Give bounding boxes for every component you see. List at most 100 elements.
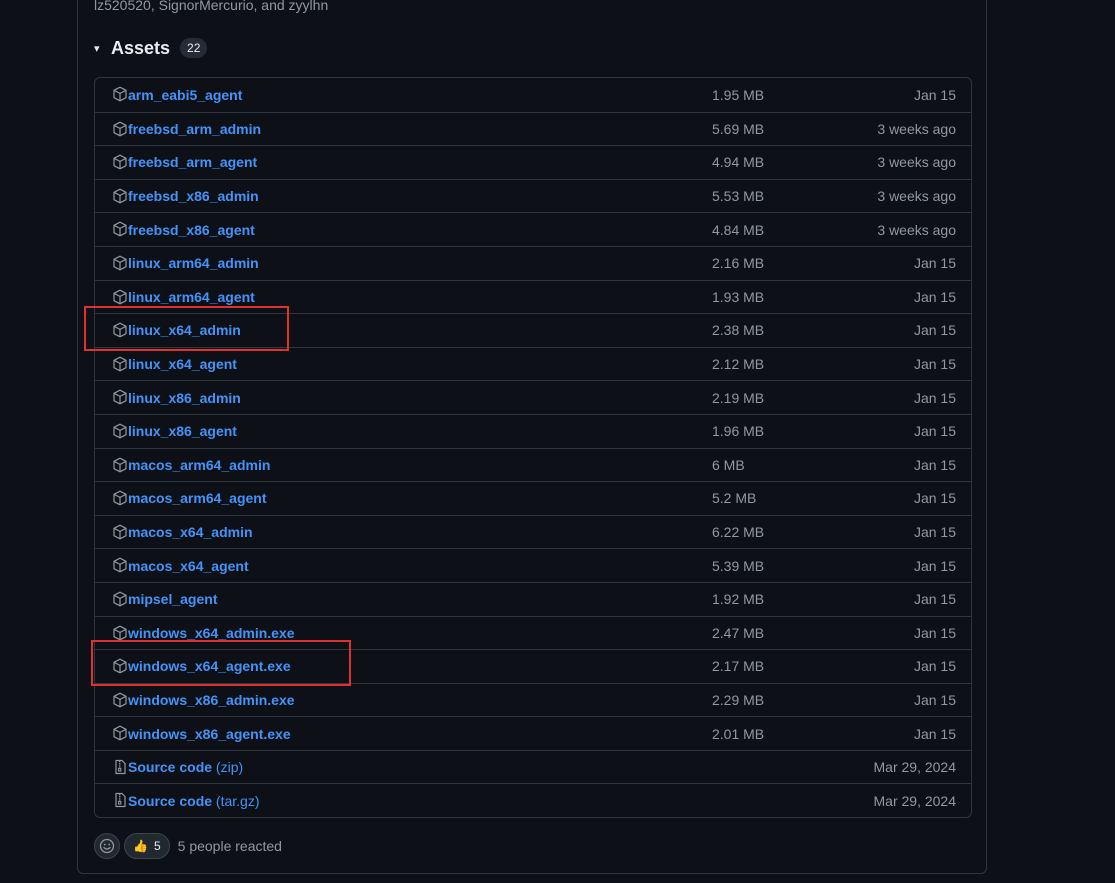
thumbs-up-reaction-button[interactable]: 👍 5 bbox=[124, 833, 170, 859]
reactions-summary: 5 people reacted bbox=[177, 838, 282, 854]
asset-size: 1.96 MB bbox=[712, 423, 765, 440]
highlight-box-windows-x64-agent bbox=[91, 640, 351, 686]
asset-row: linux_x64_agent 2.12 MB Jan 15 bbox=[95, 346, 971, 381]
highlight-box-linux-x64-admin bbox=[84, 306, 289, 351]
asset-link[interactable]: windows_x64_admin.exe bbox=[128, 625, 295, 641]
package-icon bbox=[112, 457, 128, 473]
asset-link[interactable]: linux_x86_agent bbox=[128, 423, 237, 439]
asset-date: 3 weeks ago bbox=[877, 120, 956, 137]
asset-row: macos_arm64_agent 5.2 MB Jan 15 bbox=[95, 481, 971, 515]
asset-name: freebsd_x86_agent bbox=[128, 221, 255, 238]
asset-date: Jan 15 bbox=[913, 288, 956, 305]
asset-row: macos_x64_agent 5.39 MB Jan 15 bbox=[95, 548, 971, 582]
package-icon bbox=[112, 188, 128, 204]
asset-name: linux_arm64_agent bbox=[128, 288, 255, 305]
assets-list: arm_eabi5_agent 1.95 MB Jan 15 freebsd_arm_… bbox=[94, 77, 972, 819]
reactions-bar: 👍 5 5 people reacted bbox=[94, 832, 282, 860]
asset-date: Jan 15 bbox=[913, 624, 956, 641]
asset-date: Jan 15 bbox=[913, 591, 956, 608]
package-icon bbox=[112, 557, 128, 573]
asset-date: Mar 29, 2024 bbox=[873, 792, 957, 809]
asset-name: Source code bbox=[128, 759, 213, 776]
asset-size: 6.22 MB bbox=[712, 524, 765, 541]
asset-link[interactable]: arm_eabi5_agent bbox=[128, 87, 242, 103]
asset-link[interactable]: linux_arm64_admin bbox=[128, 255, 259, 271]
package-icon bbox=[112, 255, 128, 271]
asset-date: Jan 15 bbox=[913, 389, 956, 406]
asset-name-suffix: (tar.gz) bbox=[212, 792, 260, 809]
asset-link[interactable]: linux_x64_agent bbox=[128, 356, 237, 372]
asset-size: 1.93 MB bbox=[712, 288, 765, 305]
asset-link[interactable]: Source code (zip) bbox=[128, 759, 243, 775]
asset-size: 2.38 MB bbox=[712, 322, 765, 339]
package-icon bbox=[112, 86, 128, 102]
asset-name: freebsd_x86_admin bbox=[128, 188, 259, 205]
asset-link[interactable]: freebsd_arm_agent bbox=[128, 154, 257, 170]
asset-link[interactable]: macos_x64_admin bbox=[128, 524, 253, 540]
asset-size: 4.84 MB bbox=[712, 221, 765, 238]
package-icon bbox=[112, 221, 128, 237]
asset-name-suffix: (zip) bbox=[212, 759, 244, 776]
asset-date: 3 weeks ago bbox=[877, 154, 956, 171]
asset-link[interactable]: macos_arm64_agent bbox=[128, 490, 267, 506]
asset-row: Source code (tar.gz) Mar 29, 2024 bbox=[95, 783, 971, 817]
assets-header[interactable]: ▾ Assets 22 bbox=[94, 36, 208, 60]
file-zip-icon bbox=[112, 792, 128, 808]
asset-link[interactable]: mipsel_agent bbox=[128, 591, 217, 607]
asset-name: windows_x86_agent.exe bbox=[128, 725, 291, 742]
asset-name: arm_eabi5_agent bbox=[128, 86, 243, 103]
asset-link[interactable]: macos_arm64_admin bbox=[128, 457, 270, 473]
asset-row: macos_arm64_admin 6 MB Jan 15 bbox=[95, 447, 971, 482]
asset-date: 3 weeks ago bbox=[877, 221, 956, 238]
package-icon bbox=[112, 591, 128, 607]
caret-down-icon[interactable]: ▾ bbox=[94, 42, 110, 55]
asset-name: macos_x64_agent bbox=[128, 557, 249, 574]
package-icon bbox=[112, 692, 128, 708]
asset-size: 2.16 MB bbox=[712, 255, 765, 272]
package-icon bbox=[112, 356, 128, 372]
asset-size: 2.17 MB bbox=[712, 658, 765, 675]
package-icon bbox=[112, 289, 128, 305]
asset-name: macos_x64_admin bbox=[128, 524, 253, 541]
asset-date: 3 weeks ago bbox=[877, 188, 956, 205]
asset-name: windows_x64_admin.exe bbox=[128, 624, 295, 641]
asset-date: Mar 29, 2024 bbox=[873, 759, 957, 776]
asset-date: Jan 15 bbox=[913, 255, 956, 272]
package-icon bbox=[112, 389, 128, 405]
thumbs-up-icon: 👍 bbox=[133, 839, 148, 853]
asset-row: windows_x86_admin.exe 2.29 MB Jan 15 bbox=[95, 682, 971, 717]
add-reaction-button[interactable] bbox=[94, 833, 120, 859]
package-icon bbox=[112, 490, 128, 506]
assets-count-badge: 22 bbox=[180, 38, 208, 58]
package-icon bbox=[112, 154, 128, 170]
asset-size: 2.47 MB bbox=[712, 624, 765, 641]
asset-name: linux_x64_agent bbox=[128, 356, 237, 373]
asset-link[interactable]: freebsd_x86_admin bbox=[128, 188, 259, 204]
asset-link[interactable]: windows_x86_agent.exe bbox=[128, 726, 291, 742]
asset-row: freebsd_x86_admin 5.53 MB 3 weeks ago bbox=[95, 178, 971, 213]
asset-name: windows_x86_admin.exe bbox=[128, 691, 295, 708]
asset-row: linux_x86_admin 2.19 MB Jan 15 bbox=[95, 380, 971, 414]
asset-link[interactable]: Source code (tar.gz) bbox=[128, 793, 260, 809]
asset-size: 1.95 MB bbox=[712, 86, 765, 103]
asset-name: mipsel_agent bbox=[128, 591, 218, 608]
asset-date: Jan 15 bbox=[913, 658, 956, 675]
asset-row: freebsd_arm_admin 5.69 MB 3 weeks ago bbox=[95, 111, 971, 146]
contributors-text: lz520520, SignorMercurio, and zyylhn bbox=[94, 0, 329, 13]
asset-link[interactable]: linux_arm64_agent bbox=[128, 289, 255, 305]
asset-size: 5.53 MB bbox=[712, 188, 765, 205]
package-icon bbox=[112, 625, 128, 641]
assets-title[interactable]: Assets bbox=[111, 38, 170, 59]
asset-row: linux_x86_agent 1.96 MB Jan 15 bbox=[95, 413, 971, 448]
asset-link[interactable]: freebsd_x86_agent bbox=[128, 222, 255, 238]
asset-row: windows_x86_agent.exe 2.01 MB Jan 15 bbox=[95, 716, 971, 750]
asset-date: Jan 15 bbox=[913, 490, 956, 507]
asset-link[interactable]: windows_x86_admin.exe bbox=[128, 692, 295, 708]
asset-link[interactable]: linux_x86_admin bbox=[128, 390, 241, 406]
asset-row: linux_arm64_admin 2.16 MB Jan 15 bbox=[95, 245, 971, 280]
asset-link[interactable]: freebsd_arm_admin bbox=[128, 121, 261, 137]
asset-name: freebsd_arm_admin bbox=[128, 120, 262, 137]
asset-size: 2.29 MB bbox=[712, 691, 765, 708]
asset-link[interactable]: macos_x64_agent bbox=[128, 558, 249, 574]
smiley-icon bbox=[99, 838, 115, 854]
